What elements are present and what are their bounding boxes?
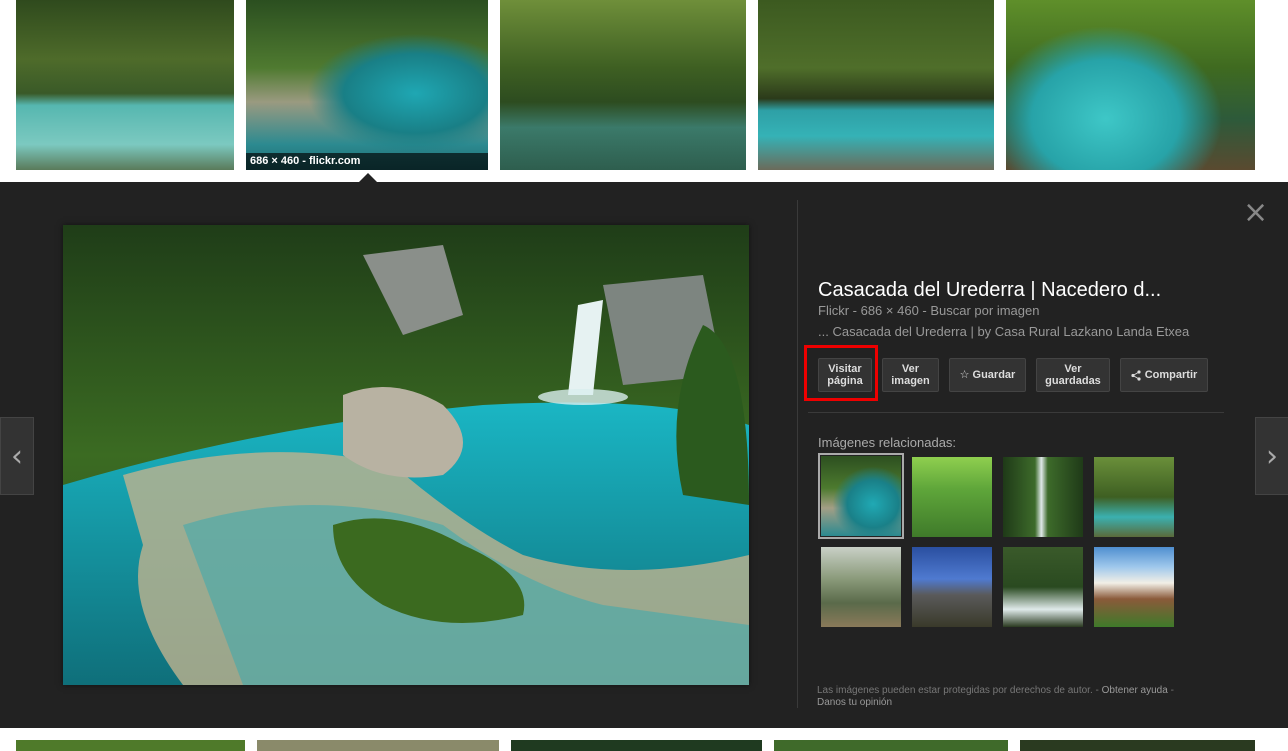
related-image <box>1003 547 1083 627</box>
related-image <box>821 547 901 627</box>
related-image-5[interactable] <box>821 547 901 627</box>
result-thumbnail-10[interactable] <box>1020 740 1255 751</box>
highlight-box <box>804 345 878 401</box>
thumbnail-image <box>16 740 245 751</box>
thumbnail-image <box>257 740 499 751</box>
close-icon[interactable]: × <box>1243 198 1268 228</box>
save-button[interactable]: ☆ Guardar <box>949 358 1026 392</box>
chevron-left-icon: ‹ <box>11 438 23 474</box>
related-image-2[interactable] <box>912 457 992 537</box>
selection-pointer <box>359 173 377 182</box>
result-thumbnail-3[interactable] <box>500 0 746 170</box>
get-help-link[interactable]: Obtener ayuda <box>1102 685 1168 696</box>
thumbnail-image <box>246 0 488 170</box>
next-image-button[interactable]: › <box>1255 417 1288 495</box>
share-button[interactable]: Compartir <box>1120 358 1208 392</box>
saved-label-line1: Ver <box>1064 363 1082 375</box>
result-thumbnail-9[interactable] <box>774 740 1008 751</box>
image-description: ... Casacada del Urederra | by Casa Rura… <box>818 324 1190 339</box>
view-label-line2: imagen <box>891 375 930 387</box>
footer-separator: - <box>1167 685 1174 696</box>
related-image-8[interactable] <box>1094 547 1174 627</box>
related-image-1[interactable] <box>818 453 904 539</box>
related-image-7[interactable] <box>1003 547 1083 627</box>
related-image <box>1094 457 1174 537</box>
thumbnail-image <box>758 0 994 170</box>
result-thumbnail-4[interactable] <box>758 0 994 170</box>
feedback-link[interactable]: Danos tu opinión <box>817 697 892 708</box>
star-icon: ☆ <box>959 368 970 381</box>
waterfall-photo <box>63 225 749 685</box>
result-thumbnail-1[interactable] <box>16 0 234 170</box>
image-viewer-panel: ‹ › × Casacada del Urederra | Nacedero d… <box>0 182 1288 728</box>
related-image-4[interactable] <box>1094 457 1174 537</box>
thumbnail-image <box>500 0 746 170</box>
related-image <box>1094 547 1174 627</box>
related-image <box>821 456 901 536</box>
chevron-right-icon: › <box>1266 438 1278 474</box>
result-thumbnail-6[interactable] <box>16 740 245 751</box>
result-thumbnail-2-selected[interactable]: 686 × 460 - flickr.com <box>246 0 488 170</box>
image-meta[interactable]: Flickr - 686 × 460 - Buscar por imagen <box>818 303 1039 318</box>
thumbnail-image <box>1006 0 1255 170</box>
related-image <box>912 457 992 537</box>
share-label: Compartir <box>1144 369 1198 381</box>
related-images-label: Imágenes relacionadas: <box>818 435 957 450</box>
image-title[interactable]: Casacada del Urederra | Nacedero d... <box>818 279 1161 302</box>
section-separator <box>808 412 1224 413</box>
related-image-3[interactable] <box>1003 457 1083 537</box>
main-preview-image[interactable] <box>63 225 749 685</box>
view-label-line1: Ver <box>901 363 920 375</box>
thumbnail-image <box>16 0 234 170</box>
view-image-button[interactable]: Ver imagen <box>882 358 939 392</box>
copyright-notice: Las imágenes pueden estar protegidas por… <box>817 685 1093 696</box>
footer-separator: - <box>1092 685 1102 696</box>
result-thumbnail-8[interactable] <box>511 740 762 751</box>
result-thumbnail-7[interactable] <box>257 740 499 751</box>
saved-label-line2: guardadas <box>1045 375 1101 387</box>
view-saved-button[interactable]: Ver guardadas <box>1036 358 1110 392</box>
related-image-6[interactable] <box>912 547 992 627</box>
share-icon <box>1131 369 1141 381</box>
result-thumbnail-5[interactable] <box>1006 0 1255 170</box>
image-size-caption: 686 × 460 - flickr.com <box>246 153 488 170</box>
panel-divider <box>797 200 798 708</box>
copyright-footer: Las imágenes pueden estar protegidas por… <box>817 685 1227 709</box>
thumbnail-image <box>1020 740 1255 751</box>
thumbnail-image <box>774 740 1008 751</box>
related-image <box>1003 457 1083 537</box>
related-image <box>912 547 992 627</box>
save-label: Guardar <box>972 369 1016 381</box>
thumbnail-image <box>511 740 762 751</box>
previous-image-button[interactable]: ‹ <box>0 417 34 495</box>
